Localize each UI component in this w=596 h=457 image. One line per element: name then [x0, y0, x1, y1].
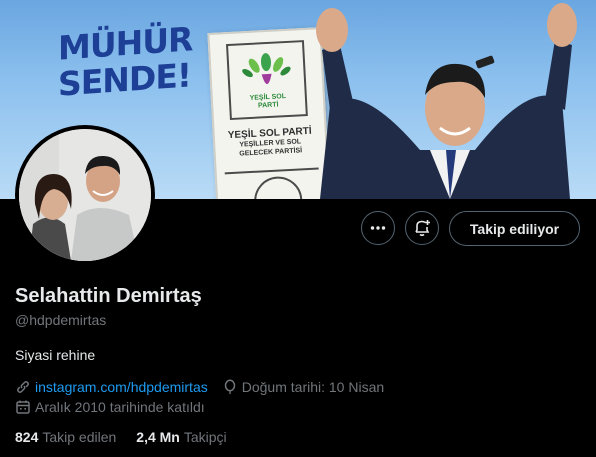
- ballot-stamp-circle: [253, 175, 304, 199]
- profile-stats: 824 Takip edilen 2,4 Mn Takipçi: [15, 429, 227, 445]
- followers-label: Takipçi: [183, 429, 227, 445]
- following-label: Takip edilen: [42, 429, 117, 445]
- party-logo: YEŞİL SOL PARTİ: [225, 40, 308, 121]
- more-button[interactable]: [361, 211, 395, 245]
- profile-avatar[interactable]: [15, 125, 155, 265]
- following-count: 824: [15, 429, 39, 445]
- followers-stat[interactable]: 2,4 Mn Takipçi: [136, 429, 226, 445]
- bell-plus-icon: [415, 220, 430, 237]
- profile-bio: Siyasi rehine: [15, 347, 96, 363]
- calendar-icon: [16, 400, 30, 414]
- following-button[interactable]: Takip ediliyor: [449, 211, 580, 246]
- notifications-button[interactable]: [405, 211, 439, 245]
- party-logo-text: YEŞİL SOL PARTİ: [249, 93, 287, 110]
- banner-politician-photo: [316, 3, 577, 199]
- profile-name: Selahattin Demirtaş: [15, 285, 202, 307]
- more-horizontal-icon: [370, 226, 386, 230]
- leaf-logo-icon: [242, 53, 291, 85]
- profile-link[interactable]: instagram.com/hdpdemirtas: [35, 379, 208, 395]
- balloon-icon: [224, 379, 235, 394]
- followers-count: 2,4 Mn: [136, 429, 180, 445]
- avatar-photo: [19, 129, 151, 261]
- profile-handle: @hdpdemirtas: [15, 312, 107, 328]
- profile-joined: Aralık 2010 tarihinde katıldı: [35, 399, 205, 415]
- banner-slogan: MÜHÜR SENDE!: [58, 19, 193, 104]
- following-stat[interactable]: 824 Takip edilen: [15, 429, 116, 445]
- link-icon: [17, 381, 29, 393]
- profile-birthday: Doğum tarihi: 10 Nisan: [241, 379, 385, 395]
- profile-joined-row: Aralık 2010 tarihinde katıldı: [15, 399, 205, 415]
- profile-meta-row: instagram.com/hdpdemirtas Doğum tarihi: …: [15, 379, 384, 395]
